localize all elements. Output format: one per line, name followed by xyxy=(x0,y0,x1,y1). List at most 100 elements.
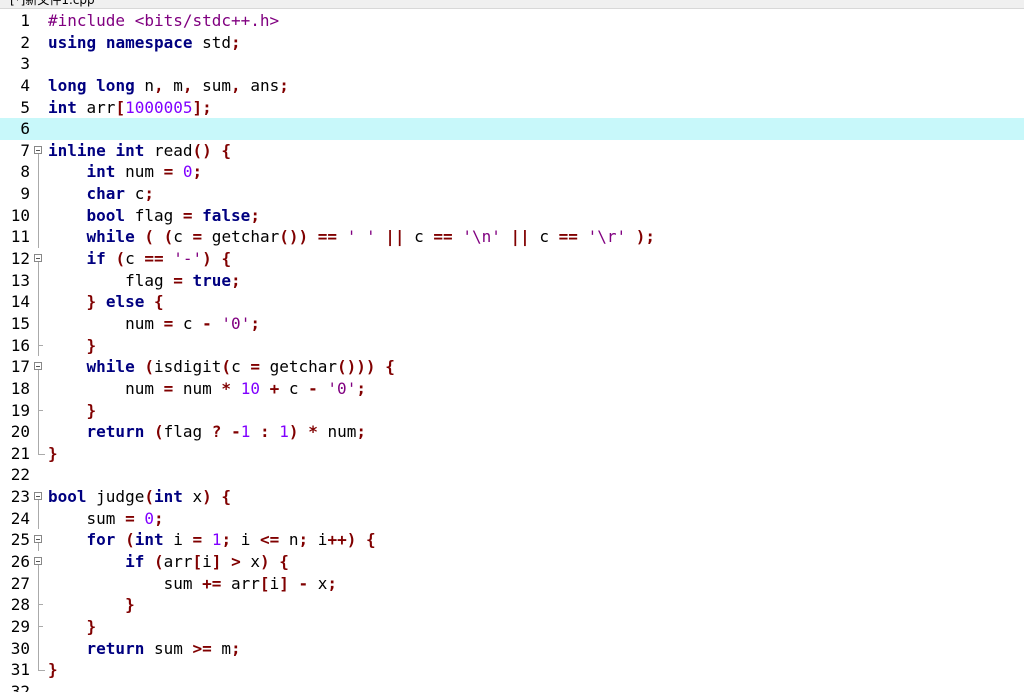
code-token: , xyxy=(231,75,241,95)
code-token: ) xyxy=(259,552,270,572)
code-line[interactable]: 10 bool flag = false; xyxy=(0,204,1024,227)
fold-toggle-icon[interactable] xyxy=(32,551,46,574)
code-token: n xyxy=(134,75,154,95)
code-token: namespace xyxy=(105,32,193,52)
line-number: 2 xyxy=(20,32,30,52)
code-line[interactable]: 4 long long n, m, sum, ans; xyxy=(0,75,1024,97)
code-text: } xyxy=(48,616,97,638)
fold-end-icon xyxy=(32,659,46,681)
code-token: { xyxy=(279,552,289,572)
fold-gutter xyxy=(32,464,46,486)
line-number: 7 xyxy=(20,140,30,160)
file-tab[interactable]: [*]新文件1.cpp xyxy=(4,0,101,8)
code-line[interactable]: 9 char c; xyxy=(0,183,1024,205)
line-number: 3 xyxy=(20,54,30,74)
code-line[interactable]: 12 if (c == '-') { xyxy=(0,248,1024,271)
code-text: } xyxy=(48,335,97,357)
line-number: 11 xyxy=(10,227,30,247)
code-line[interactable]: 30 return sum >= m; xyxy=(0,637,1024,660)
line-number: 25 xyxy=(10,530,30,550)
fold-guide-icon xyxy=(32,399,46,422)
code-token: num xyxy=(48,313,164,333)
code-token: c xyxy=(173,313,203,333)
code-token: sum xyxy=(48,573,203,593)
code-token: == xyxy=(317,227,338,247)
code-line[interactable]: 16 } xyxy=(0,334,1024,357)
code-token: std xyxy=(192,32,232,52)
code-token: false xyxy=(202,205,251,225)
code-line[interactable]: 1 #include <bits/stdc++.h> xyxy=(0,10,1024,32)
code-token: arr xyxy=(163,552,193,572)
fold-guide-icon xyxy=(32,377,46,400)
code-token: arr xyxy=(221,573,260,593)
code-token: if xyxy=(125,552,145,572)
code-line[interactable]: 5 int arr[1000005]; xyxy=(0,97,1024,119)
code-token: ; xyxy=(279,75,289,95)
code-line[interactable]: 15 num = c - '0'; xyxy=(0,312,1024,335)
code-line[interactable]: 29 } xyxy=(0,615,1024,638)
fold-toggle-icon[interactable] xyxy=(32,140,46,162)
code-token: ' ' xyxy=(346,227,376,247)
code-line[interactable]: 23 bool judge(int x) { xyxy=(0,486,1024,509)
code-line[interactable]: 18 num = num * 10 + c - '0'; xyxy=(0,377,1024,400)
code-token: [ xyxy=(192,552,203,572)
code-token: ( xyxy=(153,552,164,572)
code-token: int xyxy=(134,530,164,550)
code-text: for (int i = 1; i <= n; i++) { xyxy=(48,529,376,551)
code-line[interactable]: 24 sum = 0; xyxy=(0,507,1024,530)
code-line[interactable]: 26 if (arr[i] > x) { xyxy=(0,551,1024,574)
code-token: ( xyxy=(153,422,164,442)
code-line[interactable]: 21} xyxy=(0,442,1024,465)
fold-gutter xyxy=(32,53,46,75)
code-line[interactable]: 3 xyxy=(0,53,1024,75)
code-line[interactable]: 22 xyxy=(0,464,1024,486)
code-line[interactable]: 28 } xyxy=(0,594,1024,616)
fold-toggle-icon[interactable] xyxy=(32,248,46,271)
code-line[interactable]: 13 flag = true; xyxy=(0,269,1024,292)
code-token: return xyxy=(86,638,145,658)
code-token: = xyxy=(125,508,135,528)
code-text: if (arr[i] > x) { xyxy=(48,551,289,573)
code-line[interactable]: 19 } xyxy=(0,399,1024,422)
fold-toggle-icon[interactable] xyxy=(32,356,46,379)
code-line[interactable]: 27 sum += arr[i] - x; xyxy=(0,572,1024,595)
code-line[interactable]: 32 xyxy=(0,681,1024,692)
code-line[interactable]: 20 return (flag ? -1 : 1) * num; xyxy=(0,421,1024,443)
code-token: ; xyxy=(250,313,260,333)
code-line[interactable]: 25 for (int i = 1; i <= n; i++) { xyxy=(0,529,1024,552)
code-line[interactable]: 31} xyxy=(0,659,1024,681)
code-line[interactable]: 6 xyxy=(0,118,1024,140)
code-token: judge xyxy=(86,487,145,507)
code-line[interactable]: 17 while (isdigit(c = getchar())) { xyxy=(0,356,1024,379)
code-token: num xyxy=(48,378,164,398)
code-editor[interactable]: 1 #include <bits/stdc++.h> 2 using namespac… xyxy=(0,10,1024,692)
code-token: ( xyxy=(163,227,174,247)
code-line[interactable]: 11 while ( (c = getchar()) == ' ' || c =… xyxy=(0,226,1024,249)
fold-toggle-icon[interactable] xyxy=(32,529,46,552)
code-token: num xyxy=(173,378,222,398)
code-token: char xyxy=(86,184,126,204)
code-token: - xyxy=(202,313,212,333)
fold-toggle-icon[interactable] xyxy=(32,486,46,509)
code-token: 10 xyxy=(240,378,260,398)
code-line[interactable]: 2 using namespace std; xyxy=(0,32,1024,54)
code-token: isdigit xyxy=(153,357,222,377)
code-token: ; xyxy=(356,422,366,442)
code-line[interactable]: 14 } else { xyxy=(0,291,1024,313)
code-line[interactable]: 8 int num = 0; xyxy=(0,161,1024,184)
code-line[interactable]: 7 inline int read() { xyxy=(0,140,1024,162)
code-token: , xyxy=(153,75,164,95)
code-token: '-' xyxy=(173,249,203,269)
fold-guide-icon xyxy=(32,637,46,660)
code-token: ; xyxy=(231,32,241,52)
